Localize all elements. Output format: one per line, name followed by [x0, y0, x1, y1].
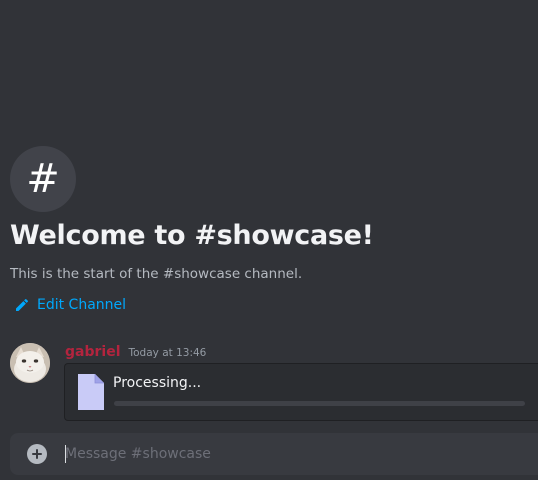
upload-progress-bar: [114, 401, 525, 406]
cat-avatar-image: [10, 343, 50, 383]
edit-channel-link[interactable]: Edit Channel: [14, 297, 126, 313]
file-attachment: Processing...: [64, 363, 538, 421]
file-icon: [76, 372, 106, 416]
timestamp: Today at 13:46: [128, 347, 207, 359]
message-item: gabriel Today at 13:46 Processing...: [0, 340, 538, 425]
channel-content: # Welcome to #showcase! This is the star…: [0, 0, 538, 432]
upload-status: Processing...: [113, 375, 202, 391]
message-header: gabriel Today at 13:46: [65, 344, 206, 360]
edit-channel-label: Edit Channel: [37, 297, 127, 313]
message-input[interactable]: [65, 440, 525, 468]
avatar[interactable]: [10, 343, 50, 383]
text-caret: [65, 445, 66, 463]
pencil-icon: [14, 297, 30, 313]
welcome-subtitle: This is the start of the #showcase chann…: [10, 266, 303, 282]
welcome-title: Welcome to #showcase!: [10, 220, 374, 251]
hash-glyph: #: [26, 156, 60, 202]
hash-icon: #: [10, 146, 76, 212]
message-composer: [10, 433, 538, 475]
username[interactable]: gabriel: [65, 344, 121, 360]
plus-circle-icon[interactable]: [27, 444, 47, 464]
